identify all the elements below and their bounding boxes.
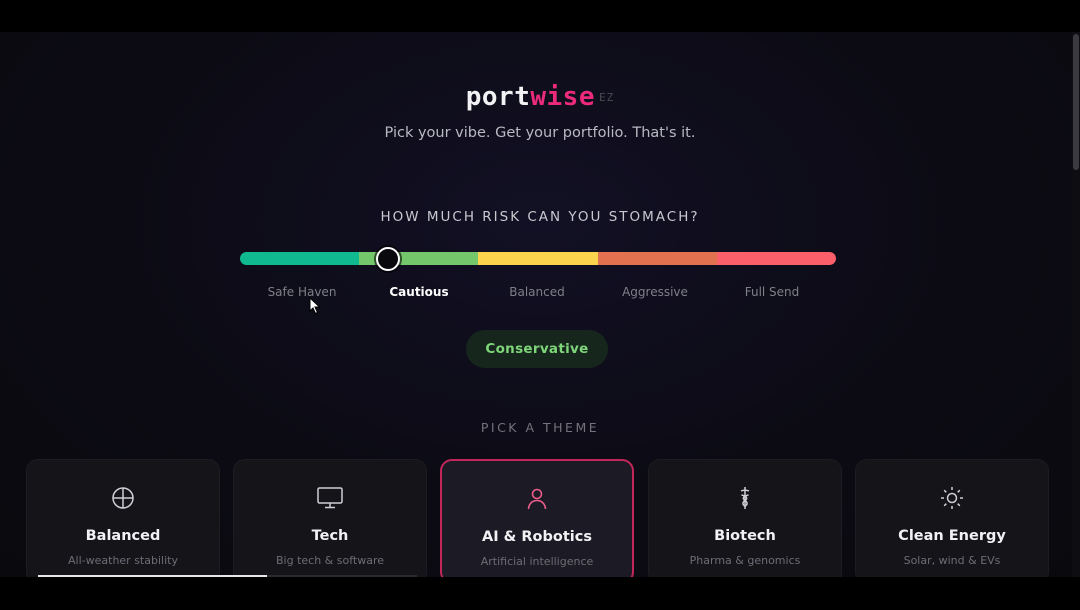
risk-label-balanced[interactable]: Balanced — [477, 285, 597, 299]
theme-card-title: Clean Energy — [898, 528, 1006, 544]
sun-icon — [856, 486, 1048, 510]
theme-card-subtitle: Big tech & software — [276, 554, 384, 567]
theme-heading: PICK A THEME — [480, 420, 600, 435]
person-icon — [442, 487, 632, 511]
theme-card-balanced[interactable]: Balanced All-weather stability — [26, 459, 220, 577]
theme-card-tech[interactable]: Tech Big tech & software — [233, 459, 427, 577]
risk-slider-thumb[interactable] — [376, 247, 400, 271]
risk-segment-full-send[interactable] — [716, 252, 836, 265]
risk-segment-safe-haven[interactable] — [240, 252, 360, 265]
mouse-cursor-icon — [309, 296, 321, 319]
risk-label-safe-haven[interactable]: Safe Haven — [242, 285, 362, 299]
scrollbar-thumb[interactable] — [1073, 34, 1079, 170]
brand-part-2: wise — [530, 82, 595, 112]
tagline: Pick your vibe. Get your portfolio. That… — [384, 125, 696, 141]
risk-segment-balanced[interactable] — [478, 252, 598, 265]
theme-card-clean-energy[interactable]: Clean Energy Solar, wind & EVs — [855, 459, 1049, 577]
theme-card-ai-robotics[interactable]: AI & Robotics Artificial intelligence — [440, 459, 634, 577]
risk-label-full-send[interactable]: Full Send — [712, 285, 832, 299]
brand-part-1: port — [465, 82, 531, 112]
app-viewport: portwise EZ Pick your vibe. Get your port… — [0, 32, 1080, 577]
risk-slider-track[interactable] — [240, 252, 836, 265]
theme-card-title: Balanced — [85, 528, 161, 544]
theme-card-subtitle: Artificial intelligence — [480, 555, 594, 568]
theme-card-subtitle: All-weather stability — [68, 554, 178, 567]
risk-profile-badge: Conservative — [466, 330, 608, 368]
theme-card-title: Tech — [311, 528, 349, 544]
monitor-icon — [234, 486, 426, 510]
caduceus-icon — [649, 486, 841, 510]
theme-card-biotech[interactable]: Biotech Pharma & genomics — [648, 459, 842, 577]
letterbox-top — [0, 0, 1080, 32]
theme-card-title: AI & Robotics — [482, 529, 592, 545]
theme-card-title: Biotech — [714, 528, 776, 544]
theme-card-subtitle: Solar, wind & EVs — [903, 554, 1001, 567]
risk-segment-aggressive[interactable] — [597, 252, 717, 265]
theme-card-subtitle: Pharma & genomics — [689, 554, 801, 567]
brand-suffix: EZ — [599, 91, 615, 104]
risk-heading: HOW MUCH RISK CAN YOU STOMACH? — [380, 209, 700, 225]
letterbox-bottom — [0, 577, 1080, 610]
brand-logo: portwise EZ — [0, 82, 1080, 112]
risk-label-cautious[interactable]: Cautious — [359, 285, 479, 299]
risk-label-aggressive[interactable]: Aggressive — [595, 285, 715, 299]
globe-icon — [27, 486, 219, 510]
